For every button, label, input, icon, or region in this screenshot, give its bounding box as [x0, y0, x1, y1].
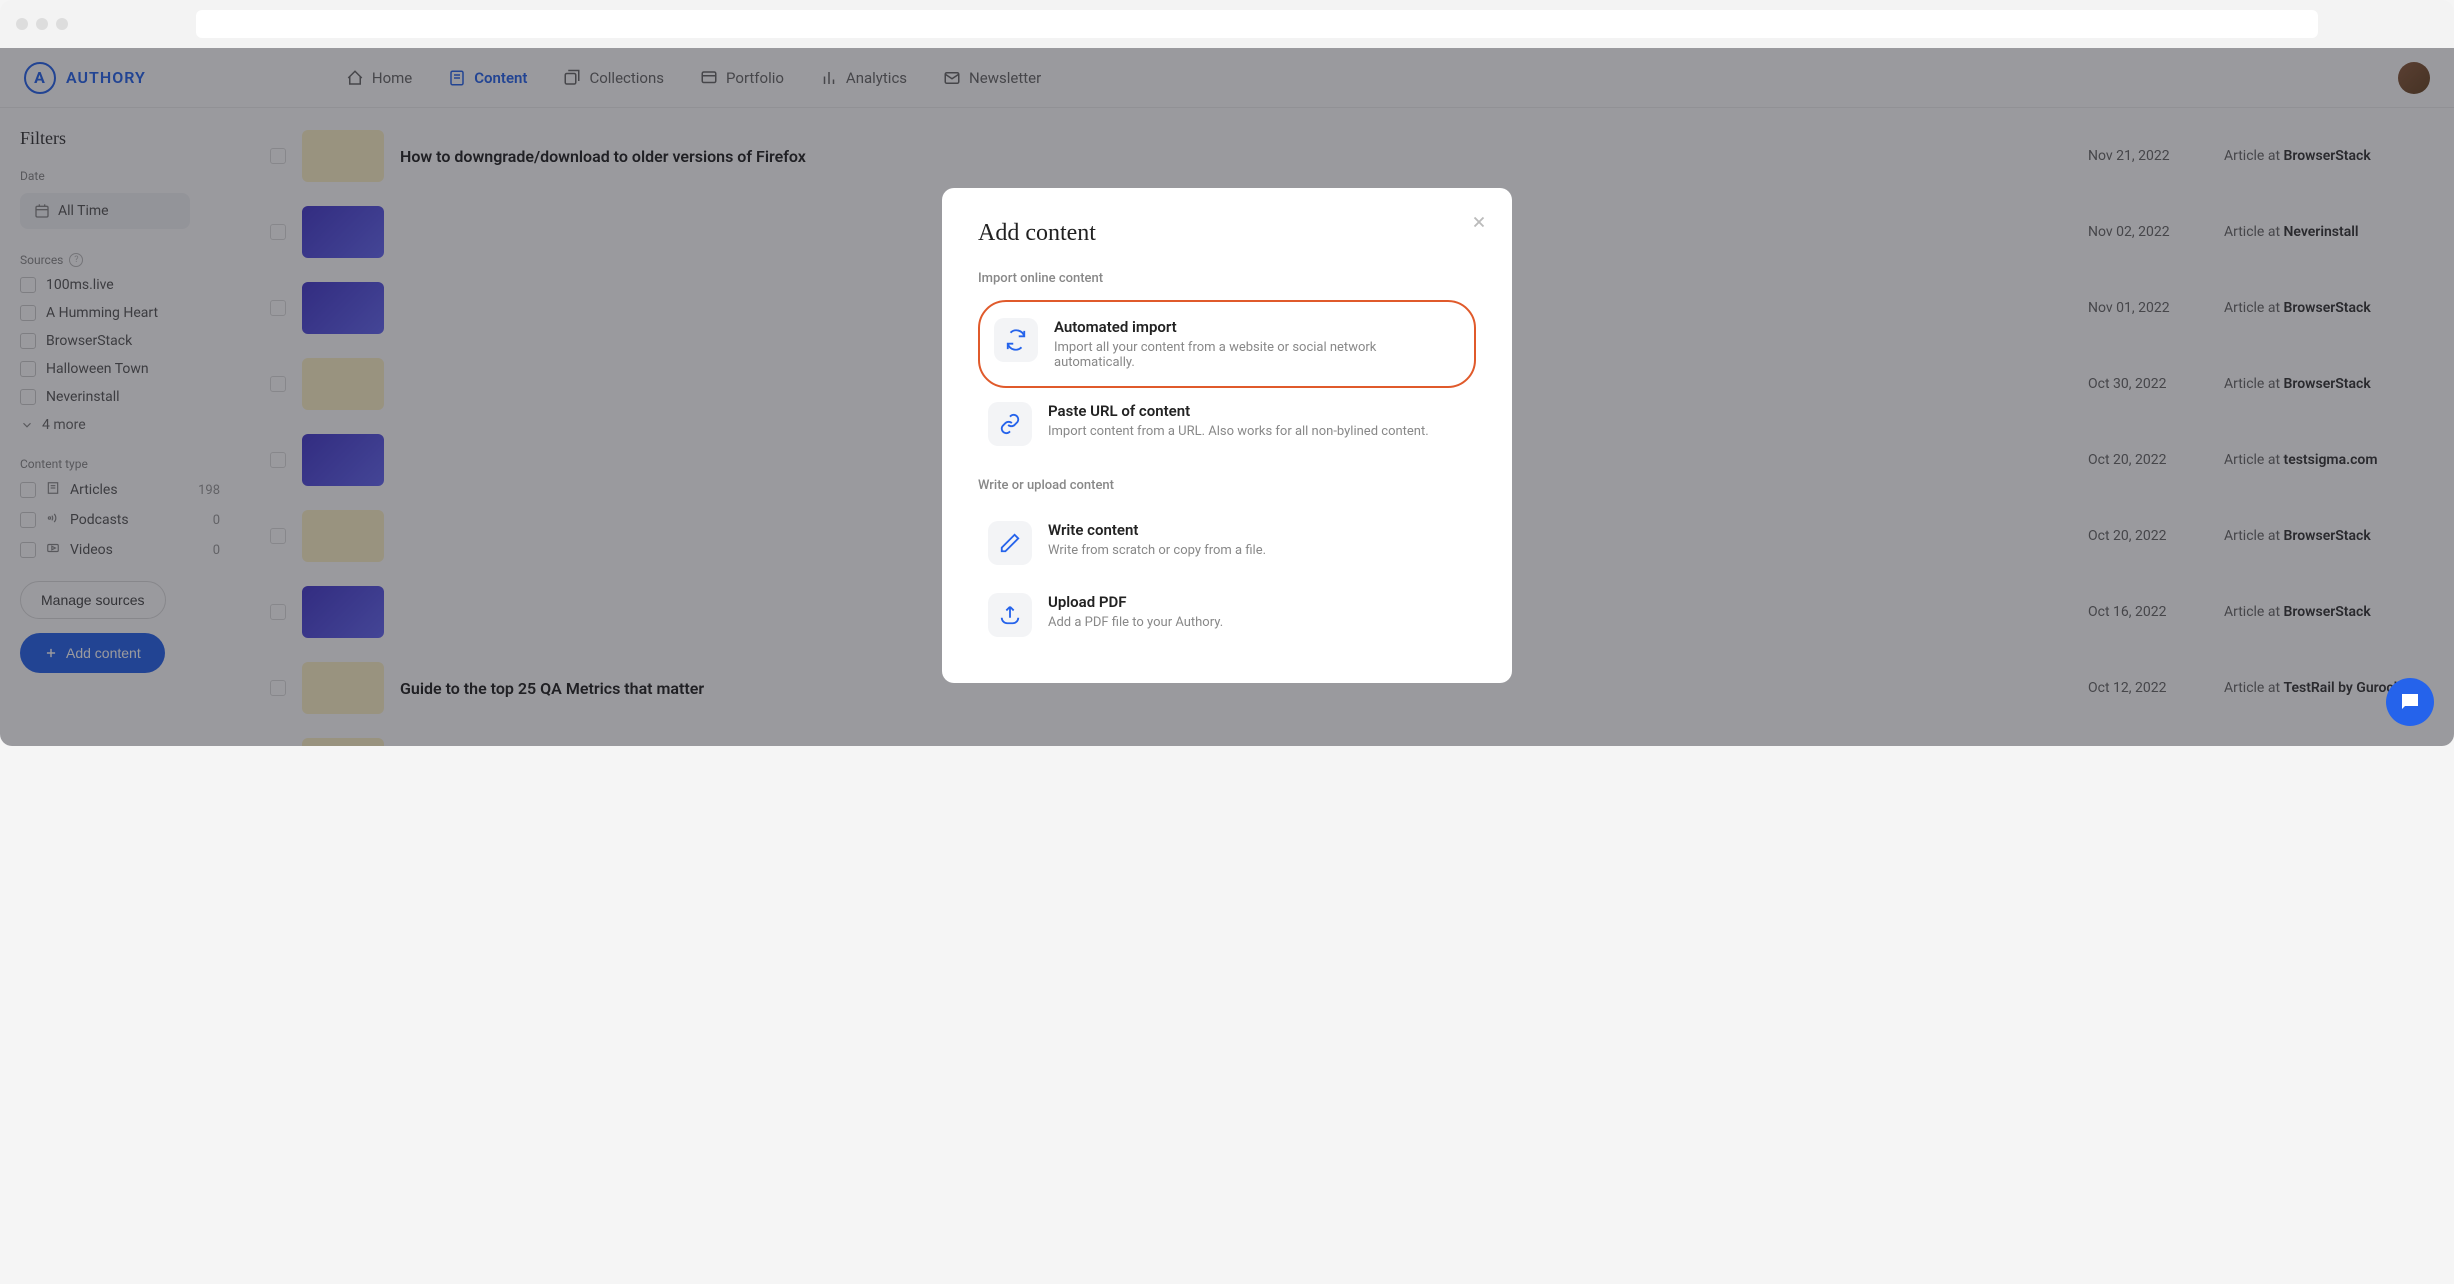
opt-title: Paste URL of content: [1048, 402, 1429, 420]
option-write-content[interactable]: Write content Write from scratch or copy…: [978, 507, 1476, 579]
write-section-label: Write or upload content: [978, 478, 1476, 493]
traffic-light-red[interactable]: [16, 18, 28, 30]
link-icon: [988, 402, 1032, 446]
traffic-light-green[interactable]: [56, 18, 68, 30]
help-button[interactable]: [2386, 678, 2434, 726]
opt-desc: Import content from a URL. Also works fo…: [1048, 424, 1429, 439]
app-window: A AUTHORY Home Content Collections Portf…: [0, 48, 2454, 746]
modal-overlay[interactable]: Add content Import online content Automa…: [0, 48, 2454, 746]
opt-desc: Import all your content from a website o…: [1054, 340, 1460, 370]
opt-desc: Write from scratch or copy from a file.: [1048, 543, 1266, 558]
add-content-modal: Add content Import online content Automa…: [942, 188, 1512, 683]
close-button[interactable]: [1470, 212, 1488, 236]
modal-title: Add content: [978, 220, 1476, 247]
chat-icon: [2398, 690, 2422, 714]
option-automated-import[interactable]: Automated import Import all your content…: [978, 300, 1476, 388]
import-section-label: Import online content: [978, 271, 1476, 286]
option-paste-url[interactable]: Paste URL of content Import content from…: [978, 388, 1476, 460]
sync-icon: [994, 318, 1038, 362]
browser-chrome: [0, 0, 2454, 48]
traffic-light-yellow[interactable]: [36, 18, 48, 30]
address-bar[interactable]: [196, 10, 2318, 38]
opt-title: Write content: [1048, 521, 1266, 539]
pencil-icon: [988, 521, 1032, 565]
close-icon: [1470, 213, 1488, 231]
option-upload-pdf[interactable]: Upload PDF Add a PDF file to your Author…: [978, 579, 1476, 651]
upload-icon: [988, 593, 1032, 637]
opt-title: Upload PDF: [1048, 593, 1223, 611]
opt-desc: Add a PDF file to your Authory.: [1048, 615, 1223, 630]
opt-title: Automated import: [1054, 318, 1460, 336]
